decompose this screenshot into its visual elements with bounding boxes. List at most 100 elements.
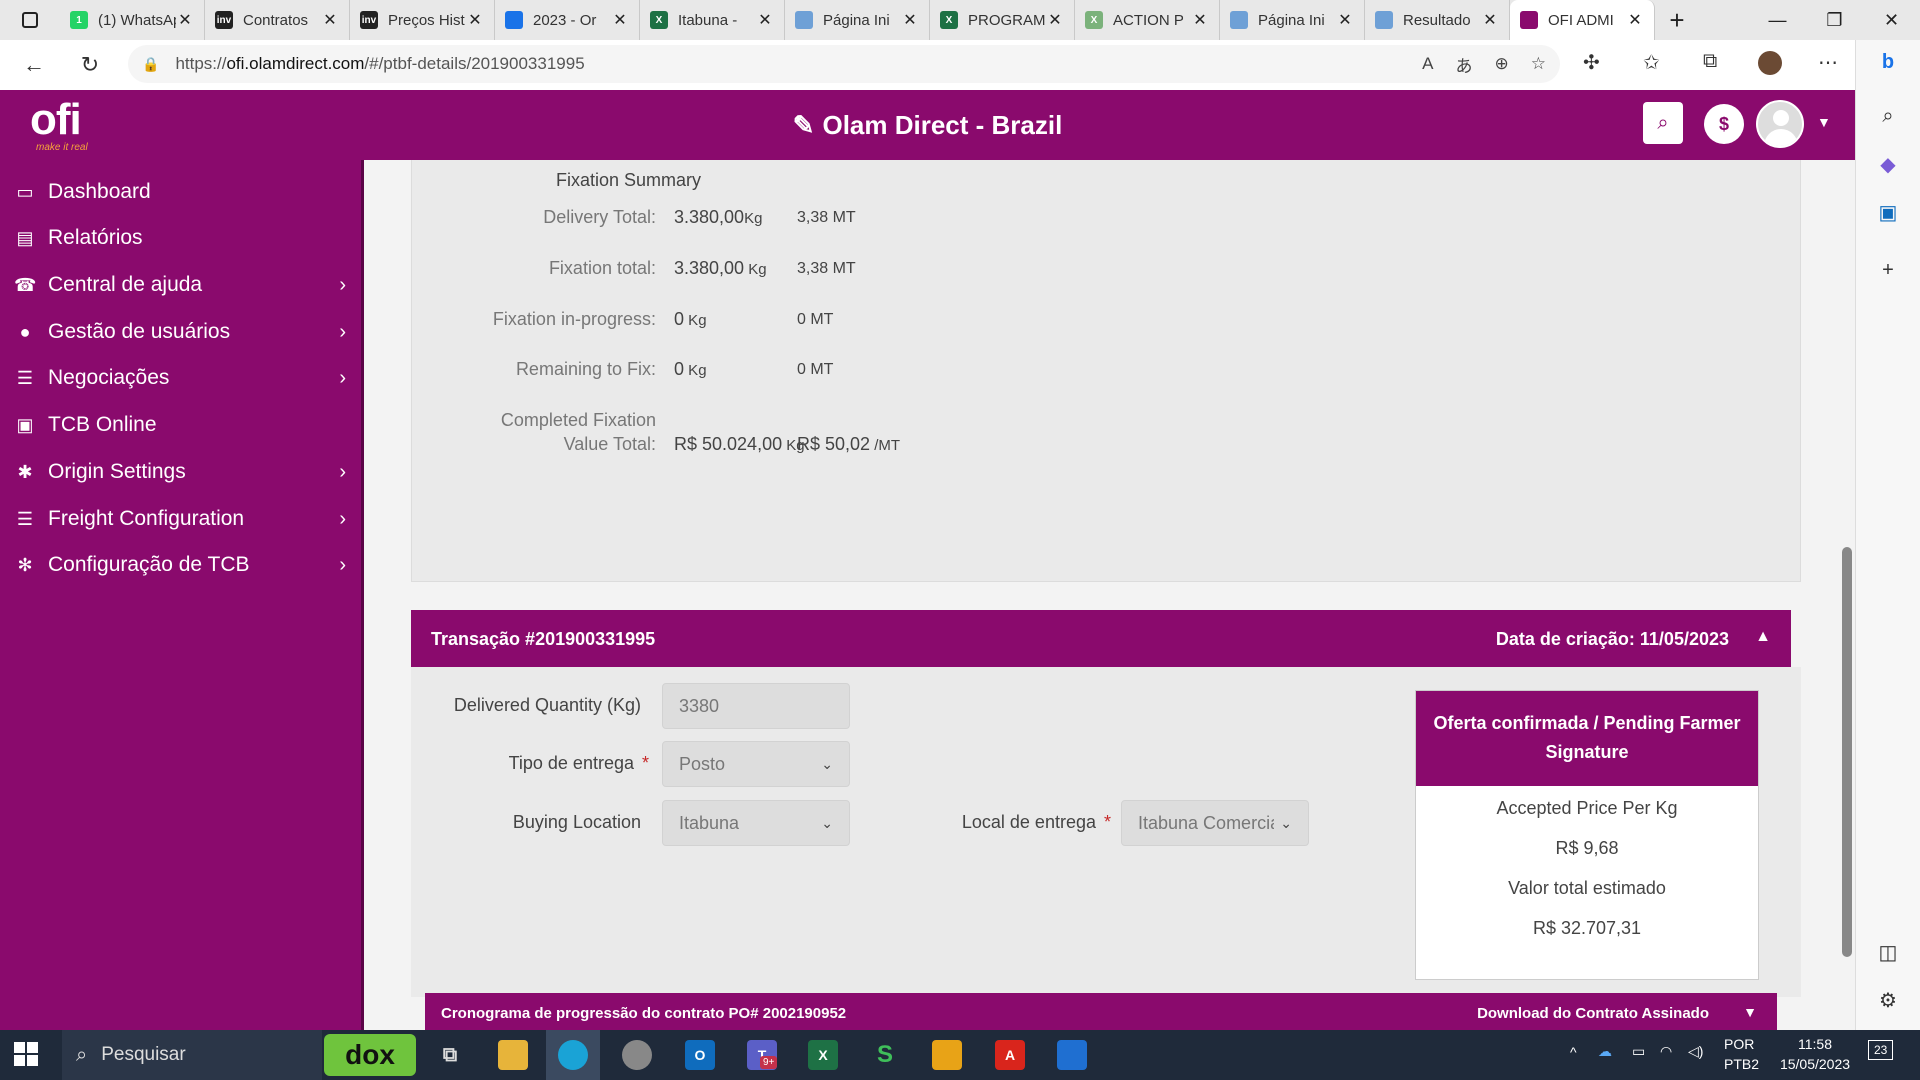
extensions-icon[interactable]: ✣ (1583, 50, 1600, 75)
translate-icon[interactable]: あ (1456, 52, 1473, 77)
battery-icon[interactable]: ▭ (1632, 1043, 1645, 1060)
page-scrollbar[interactable] (1837, 160, 1855, 1030)
scroll-thumb[interactable] (1842, 547, 1852, 957)
app-icon[interactable] (932, 1040, 962, 1070)
nav-item[interactable]: ▭ Dashboard (0, 168, 364, 216)
nav-item[interactable]: ▤ Relatórios (0, 214, 364, 262)
back-button[interactable]: ← (12, 45, 56, 85)
nav-item[interactable]: ☰ Negociações › (0, 354, 364, 402)
search-icon[interactable]: ⌕ (1874, 102, 1902, 130)
url-text: https://ofi.olamdirect.com/#/ptbf-detail… (175, 54, 585, 73)
file-explorer-icon[interactable] (498, 1040, 528, 1070)
browser-tab[interactable]: Página Ini ✕ (1220, 0, 1365, 40)
price-label: Accepted Price Per Kg (1496, 798, 1678, 818)
settings-icon[interactable]: ⚙ (1874, 986, 1902, 1014)
close-tab-icon[interactable]: ✕ (611, 10, 629, 30)
profile-avatar[interactable] (1758, 51, 1782, 75)
chevron-down-icon: ⌄ (821, 755, 833, 772)
close-tab-icon[interactable]: ✕ (466, 10, 484, 30)
tab-actions-button[interactable] (0, 0, 60, 40)
buying-location-select[interactable]: Itabuna ⌄ (662, 800, 850, 846)
onedrive-icon[interactable]: ☁ (1598, 1043, 1612, 1060)
task-view-icon[interactable]: ⧉ (435, 1040, 465, 1070)
nav-item[interactable]: ✱ Origin Settings › (0, 448, 364, 496)
favorite-star-icon[interactable]: ☆ (1531, 54, 1546, 74)
minimize-button[interactable]: — (1749, 0, 1806, 40)
browser-tab[interactable]: X Itabuna - ✕ (640, 0, 785, 40)
expand-icon[interactable]: ▼ (1743, 1004, 1757, 1020)
edge-app[interactable] (546, 1030, 600, 1080)
bing-copilot-icon[interactable]: b (1874, 48, 1902, 76)
browser-tab[interactable]: Resultado ✕ (1365, 0, 1510, 40)
fixation-summary-card: Fixation Summary Delivery Total: 3.380,0… (411, 160, 1801, 582)
refresh-button[interactable]: ↻ (68, 45, 112, 85)
close-tab-icon[interactable]: ✕ (321, 10, 339, 30)
browser-tab[interactable]: Página Ini ✕ (785, 0, 930, 40)
close-tab-icon[interactable]: ✕ (1481, 10, 1499, 30)
browser-tab[interactable]: X PROGRAM ✕ (930, 0, 1075, 40)
add-panel-icon[interactable]: + (1874, 256, 1902, 284)
zoom-icon[interactable]: ⊕ (1495, 54, 1509, 74)
summary-label: Fixation total: (548, 258, 656, 278)
close-window-button[interactable]: ✕ (1863, 0, 1920, 40)
volume-icon[interactable]: ◁) (1688, 1043, 1703, 1060)
address-field[interactable]: 🔒 https://ofi.olamdirect.com/#/ptbf-deta… (128, 45, 1560, 83)
outlook-icon[interactable]: ▣ (1874, 198, 1902, 226)
delivered-quantity-field[interactable]: 3380 (662, 683, 850, 729)
new-tab-button[interactable]: + (1655, 5, 1699, 36)
browser-tab[interactable]: OFI ADMI ✕ (1510, 0, 1655, 40)
tray-chevron-icon[interactable]: ^ (1570, 1044, 1577, 1060)
caret-down-icon[interactable]: ▼ (1817, 114, 1831, 130)
tools-icon[interactable]: ◆ (1874, 150, 1902, 178)
dox-app[interactable]: dox (324, 1034, 416, 1076)
close-tab-icon[interactable]: ✕ (1046, 10, 1064, 30)
tab-title: PROGRAM (968, 11, 1046, 29)
left-navigation: ▭ Dashboard ▤ Relatórios ☎ Central de ajuda › ●… (0, 160, 364, 1030)
collections-icon[interactable]: ⧉ (1703, 50, 1717, 73)
currency-button[interactable]: $ (1704, 104, 1744, 144)
timeline-title: Cronograma de progressão do contrato PO#… (441, 1005, 847, 1022)
app-icon[interactable] (622, 1040, 652, 1070)
browser-tab[interactable]: 1 (1) WhatsApp✕ (60, 0, 205, 40)
clock[interactable]: 11:58 15/05/2023 (1770, 1036, 1860, 1072)
browser-tab[interactable]: 2023 - Or ✕ (495, 0, 640, 40)
more-menu-icon[interactable]: ⋯ (1818, 50, 1838, 75)
start-button[interactable] (14, 1042, 38, 1066)
browser-tab[interactable]: X ACTION P ✕ (1075, 0, 1220, 40)
app-icon[interactable]: S (870, 1040, 900, 1070)
excel-icon[interactable]: X (808, 1040, 838, 1070)
app-icon[interactable] (1057, 1040, 1087, 1070)
local-entrega-select[interactable]: Itabuna Comercial ⌄ (1121, 800, 1309, 846)
browser-tab[interactable]: inv Preços Hist ✕ (350, 0, 495, 40)
download-contract-link[interactable]: Download do Contrato Assinado (1477, 1005, 1709, 1022)
summary-value: 0 Kg (674, 309, 707, 329)
nav-item[interactable]: ✻ Configuração de TCB › (0, 541, 364, 589)
split-screen-icon[interactable]: ◫ (1874, 938, 1902, 966)
nav-item[interactable]: ▣ TCB Online (0, 401, 364, 449)
nav-item[interactable]: ☎ Central de ajuda › (0, 261, 364, 309)
transaction-header[interactable]: Transação #201900331995 Data de criação:… (411, 610, 1791, 667)
browser-tab[interactable]: inv Contratos ✕ (205, 0, 350, 40)
language-indicator[interactable]: POR PTB2 (1724, 1036, 1759, 1072)
read-aloud-icon[interactable]: A (1422, 54, 1433, 74)
favorites-icon[interactable]: ✩ (1643, 50, 1660, 75)
close-tab-icon[interactable]: ✕ (1336, 10, 1354, 30)
close-tab-icon[interactable]: ✕ (1191, 10, 1209, 30)
outlook-icon[interactable]: O (685, 1040, 715, 1070)
contract-timeline-header[interactable]: Cronograma de progressão do contrato PO#… (425, 993, 1777, 1030)
collapse-icon[interactable]: ▲ (1755, 628, 1771, 646)
wifi-icon[interactable]: ◠ (1660, 1043, 1672, 1060)
user-avatar[interactable] (1756, 100, 1804, 148)
notifications-button[interactable]: 23 (1868, 1040, 1894, 1060)
close-tab-icon[interactable]: ✕ (901, 10, 919, 30)
nav-item[interactable]: ☰ Freight Configuration › (0, 495, 364, 543)
restore-button[interactable]: ❐ (1806, 0, 1863, 40)
close-tab-icon[interactable]: ✕ (756, 10, 774, 30)
nav-item[interactable]: ● Gestão de usuários › (0, 308, 364, 356)
tipo-entrega-select[interactable]: Posto ⌄ (662, 741, 850, 787)
close-tab-icon[interactable]: ✕ (176, 10, 194, 30)
header-search-button[interactable]: ⌕ (1643, 102, 1683, 144)
close-tab-icon[interactable]: ✕ (1626, 10, 1644, 30)
taskbar-search[interactable]: ⌕ Pesquisar (62, 1030, 322, 1080)
acrobat-icon[interactable]: A (995, 1040, 1025, 1070)
